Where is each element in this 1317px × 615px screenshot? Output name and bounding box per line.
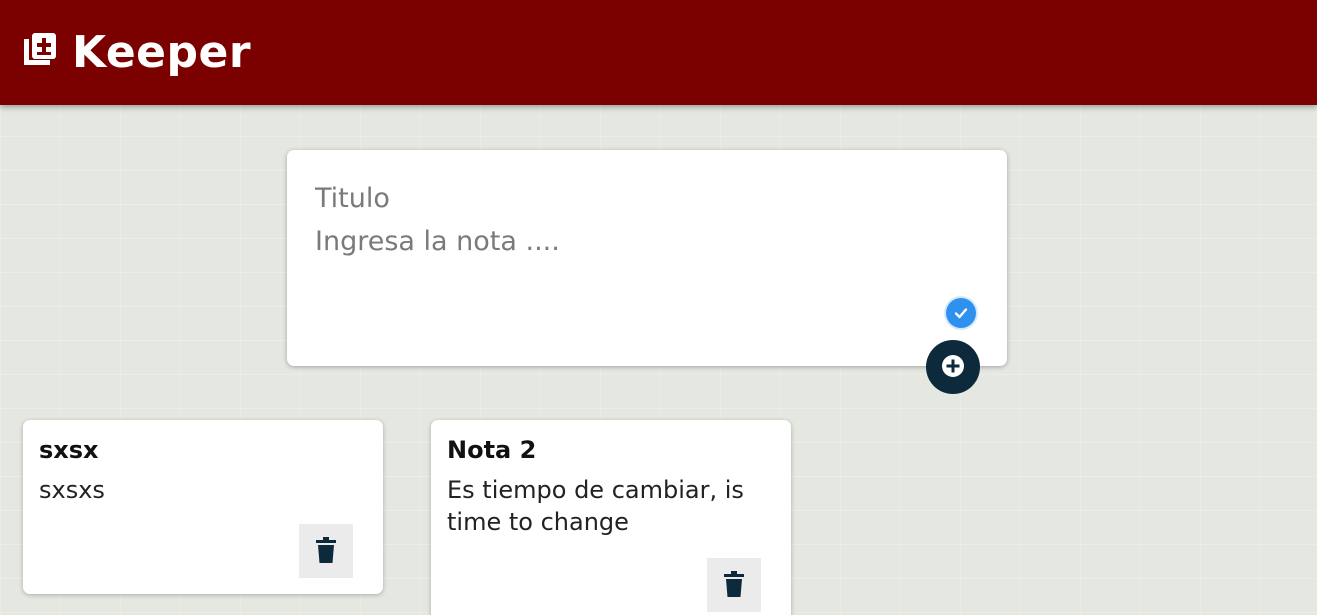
note-title: sxsx [39, 436, 99, 464]
trash-icon [316, 536, 336, 566]
check-circle-icon [946, 298, 976, 328]
trash-icon [724, 570, 744, 600]
delete-note-button[interactable] [299, 524, 353, 578]
delete-note-button[interactable] [707, 558, 761, 612]
note-content: sxsxs [39, 476, 105, 504]
app-header: Keeper [0, 0, 1317, 105]
create-note-form [287, 150, 1007, 366]
note-card: sxsx sxsxs [23, 420, 383, 594]
note-content: Es tiempo de cambiar, is time to change [447, 476, 744, 536]
note-add-icon [24, 32, 72, 73]
note-title-input[interactable] [315, 178, 975, 218]
add-note-button[interactable] [926, 340, 980, 394]
note-title: Nota 2 [447, 436, 537, 464]
app-title: Keeper [72, 27, 252, 78]
note-card: Nota 2 Es tiempo de cambiar, is time to … [431, 420, 791, 615]
add-circle-icon [941, 354, 965, 381]
note-content-input[interactable] [315, 226, 975, 306]
